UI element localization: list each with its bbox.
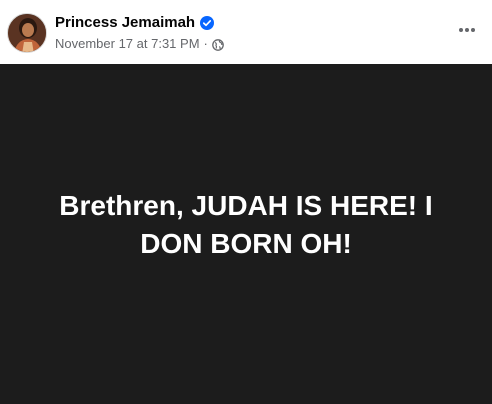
author-avatar[interactable] <box>7 13 47 53</box>
author-name[interactable]: Princess Jemaimah <box>55 13 195 33</box>
post-meta: November 17 at 7:31 PM · <box>55 35 224 53</box>
post-text: Brethren, JUDAH IS HERE! I DON BORN OH! <box>59 190 433 259</box>
facebook-post: Princess Jemaimah November 17 at 7:31 PM… <box>0 0 492 404</box>
globe-icon[interactable] <box>212 38 224 51</box>
verified-badge-icon <box>200 16 215 30</box>
post-timestamp[interactable]: November 17 at 7:31 PM <box>55 35 200 53</box>
more-options-button[interactable] <box>456 19 478 41</box>
post-header: Princess Jemaimah November 17 at 7:31 PM… <box>0 0 492 64</box>
author-row: Princess Jemaimah <box>55 13 215 33</box>
meta-separator: · <box>203 36 208 51</box>
more-options-icon <box>458 27 476 33</box>
post-content-background[interactable]: Brethren, JUDAH IS HERE! I DON BORN OH! <box>0 64 492 404</box>
